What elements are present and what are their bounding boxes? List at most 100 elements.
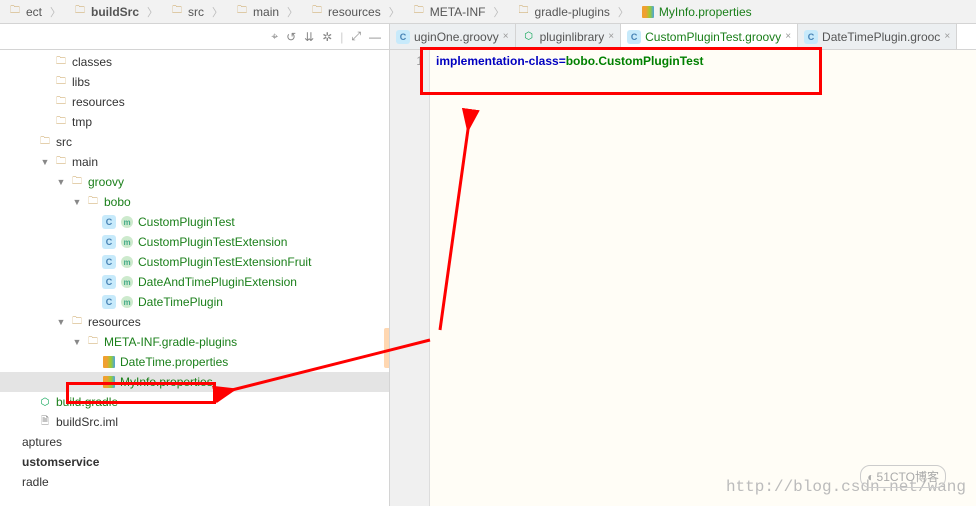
tree-label: resources <box>88 315 141 329</box>
breadcrumb-item[interactable]: 🗀gradle-plugins <box>511 1 635 23</box>
tree-row[interactable]: 🗀 resources <box>0 92 389 112</box>
editor-tabs: CuginOne.groovy×⬡pluginlibrary×CCustomPl… <box>390 24 976 49</box>
hide-icon[interactable]: — <box>369 30 381 44</box>
tree-row[interactable]: ⬡build.gradle <box>0 392 389 412</box>
close-icon[interactable]: × <box>608 31 614 42</box>
tree-row[interactable]: 🗀tmp <box>0 112 389 132</box>
breadcrumb-item[interactable]: 🗀resources <box>304 1 406 23</box>
breadcrumb-item[interactable]: 🗀ect <box>2 1 67 23</box>
tree-row[interactable]: Cm CustomPluginTestExtensionFruit <box>0 252 389 272</box>
tree-label: CustomPluginTestExtensionFruit <box>138 255 311 269</box>
tree-row[interactable]: DateTime.properties <box>0 352 389 372</box>
folder-icon: 🗀 <box>412 5 426 19</box>
settings-icon[interactable]: ✲ <box>322 30 332 44</box>
line-number: 1 <box>390 54 423 68</box>
class-icon: C <box>102 235 116 249</box>
tree-row[interactable]: 🗎buildSrc.iml <box>0 412 389 432</box>
tree-label: ustomservice <box>22 455 99 469</box>
breadcrumb-item[interactable]: 🗀src <box>164 1 229 23</box>
tree-row[interactable]: aptures <box>0 432 389 452</box>
method-icon: m <box>120 295 134 309</box>
breadcrumb-item[interactable]: MyInfo.properties <box>635 1 758 23</box>
expand-arrow-icon[interactable]: ▼ <box>72 197 82 207</box>
project-tree[interactable]: 🗀classes🗀libs🗀resources🗀tmp🗀src▼🗀main▼🗀g… <box>0 50 390 506</box>
tree-row[interactable]: MyInfo.properties <box>0 372 389 392</box>
folder-icon: 🗀 <box>73 5 87 19</box>
project-tree-toolbar: ⌖ ↺ ⇊ ✲ | ⤢ — <box>0 24 390 49</box>
tree-label: libs <box>72 75 90 89</box>
editor-tab[interactable]: ⬡ pluginlibrary× <box>516 24 622 49</box>
breadcrumb-item[interactable]: 🗀 META-INF <box>406 1 511 23</box>
tree-label: build.gradle <box>56 395 118 409</box>
expand-arrow-icon[interactable]: ▼ <box>72 337 82 347</box>
method-icon: m <box>120 255 134 269</box>
tree-row[interactable]: CmDateTimePlugin <box>0 292 389 312</box>
expand-arrow-icon[interactable]: ▼ <box>56 177 66 187</box>
tree-label: DateAndTimePluginExtension <box>138 275 297 289</box>
close-icon[interactable]: × <box>785 31 791 42</box>
props-icon <box>102 355 116 369</box>
folder-icon: 🗀 <box>8 5 22 19</box>
method-icon: m <box>120 235 134 249</box>
tree-label: radle <box>22 475 49 489</box>
tree-row[interactable]: radle <box>0 472 389 492</box>
class-icon: C <box>804 30 818 44</box>
breadcrumb-item[interactable]: 🗀main <box>229 1 304 23</box>
equals-sign: = <box>559 54 566 68</box>
tree-row[interactable]: ustomservice <box>0 452 389 472</box>
tree-row[interactable]: ▼ 🗀 resources <box>0 312 389 332</box>
folder-icon: 🗀 <box>54 115 68 129</box>
editor-tab[interactable]: C DateTimePlugin.grooc × <box>798 24 957 49</box>
tree-row[interactable]: 🗀src <box>0 132 389 152</box>
props-icon <box>641 5 655 19</box>
property-key: implementation-class <box>436 54 559 68</box>
tree-row[interactable]: 🗀libs <box>0 72 389 92</box>
tree-row[interactable]: ▼ 🗀 bobo <box>0 192 389 212</box>
editor-content[interactable]: implementation-class=bobo.CustomPluginTe… <box>430 50 976 506</box>
folder-icon: 🗀 <box>54 95 68 109</box>
close-icon[interactable]: × <box>944 31 950 42</box>
tree-label: aptures <box>22 435 62 449</box>
tab-label: pluginlibrary <box>540 30 605 44</box>
close-icon[interactable]: × <box>503 31 509 42</box>
tab-label: DateTimePlugin.grooc <box>822 30 940 44</box>
gradle-icon: ⬡ <box>522 30 536 44</box>
folder-icon: 🗀 <box>70 315 84 329</box>
editor-tab[interactable]: CuginOne.groovy× <box>390 24 516 49</box>
tree-row[interactable]: ▼🗀groovy <box>0 172 389 192</box>
tree-row[interactable]: 🗀classes <box>0 52 389 72</box>
collapse-icon[interactable]: ⇊ <box>304 30 314 44</box>
tree-row[interactable]: ▼🗀main <box>0 152 389 172</box>
tree-label: resources <box>72 95 125 109</box>
folder-icon: 🗀 <box>310 5 324 19</box>
expand-arrow-icon[interactable]: ▼ <box>40 157 50 167</box>
folder-icon: 🗀 <box>54 55 68 69</box>
tree-label: MyInfo.properties <box>120 375 213 389</box>
expand-icon[interactable]: ⤢ <box>351 29 361 44</box>
class-icon: C <box>102 255 116 269</box>
breadcrumb-label: MyInfo.properties <box>659 5 752 19</box>
folder-icon: 🗀 <box>170 5 184 19</box>
folder-icon: 🗀 <box>70 175 84 189</box>
breadcrumb-label: gradle-plugins <box>535 5 610 19</box>
class-icon: C <box>102 275 116 289</box>
expand-arrow-icon[interactable]: ▼ <box>56 317 66 327</box>
folder-icon: 🗀 <box>86 335 100 349</box>
tree-row[interactable]: CmCustomPluginTestExtension <box>0 232 389 252</box>
tree-label: src <box>56 135 72 149</box>
class-icon: C <box>396 30 410 44</box>
refresh-icon[interactable]: ↺ <box>286 30 296 44</box>
folder-icon: 🗀 <box>86 195 100 209</box>
locate-icon[interactable]: ⌖ <box>271 29 278 44</box>
tree-label: bobo <box>104 195 131 209</box>
breadcrumb-item[interactable]: 🗀buildSrc <box>67 1 164 23</box>
code-editor[interactable]: 1 implementation-class=bobo.CustomPlugin… <box>390 50 976 506</box>
tree-row[interactable]: CmDateAndTimePluginExtension <box>0 272 389 292</box>
tree-row[interactable]: ▼🗀META-INF.gradle-plugins <box>0 332 389 352</box>
editor-tab[interactable]: CCustomPluginTest.groovy× <box>621 24 798 49</box>
main-split: 🗀classes🗀libs🗀resources🗀tmp🗀src▼🗀main▼🗀g… <box>0 50 976 506</box>
tree-row[interactable]: CmCustomPluginTest <box>0 212 389 232</box>
property-value-pkg: bobo <box>566 54 595 68</box>
class-icon: C <box>102 295 116 309</box>
breadcrumb-label: META-INF <box>430 5 486 19</box>
